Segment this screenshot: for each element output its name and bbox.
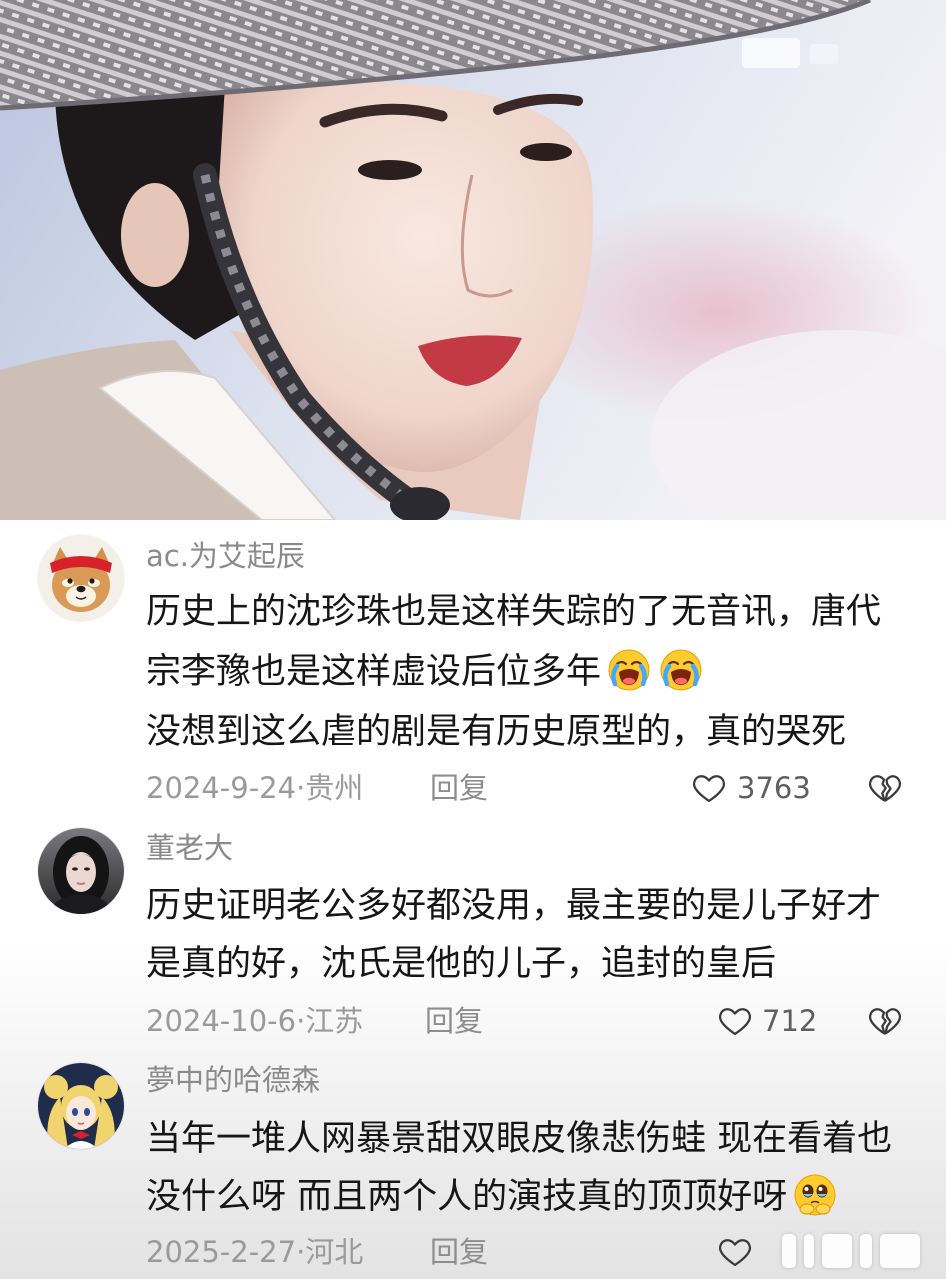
comment-username[interactable]: ac.为艾起辰 xyxy=(146,539,305,573)
comment-date-location: 2024-10-6·江苏 xyxy=(146,1004,364,1038)
comment-text: 历史上的沈珍珠也是这样失踪的了无音讯，唐代 宗李豫也是这样虚设后位多年 没想到这… xyxy=(146,582,936,762)
broken-heart-icon[interactable] xyxy=(866,1003,904,1039)
comment-text-line: 当年一堆人网暴景甜双眼皮像悲伤蛙 现在看着也 xyxy=(146,1119,893,1159)
comment-date-location: 2025-2-27·河北 xyxy=(146,1235,364,1269)
like-count: 3763 xyxy=(737,771,811,805)
anime-girl-avatar[interactable] xyxy=(38,1063,124,1149)
post-page: ac.为艾起辰 历史上的沈珍珠也是这样失踪的了无音讯，唐代 宗李豫也是这样虚设后… xyxy=(0,0,946,1279)
face-holding-back-tears-icon xyxy=(793,1173,837,1217)
like-count: 712 xyxy=(762,1004,818,1038)
comment-list: ac.为艾起辰 历史上的沈珍珠也是这样失踪的了无音讯，唐代 宗李豫也是这样虚设后… xyxy=(0,520,946,1279)
comment-text: 当年一堆人网暴景甜双眼皮像悲伤蛙 现在看着也 没什么呀 而且两个人的演技真的顶顶… xyxy=(146,1110,936,1226)
header-photo xyxy=(0,0,946,520)
reply-button[interactable]: 回复 xyxy=(430,1232,488,1272)
heart-outline-icon[interactable] xyxy=(690,770,728,806)
watermark xyxy=(742,1228,946,1276)
comment-text-line: 没什么呀 而且两个人的演技真的顶顶好呀 xyxy=(146,1168,936,1226)
comment-meta-row: 2024-10-6·江苏 回复 712 xyxy=(0,1001,946,1041)
loudly-crying-face-icon xyxy=(607,648,651,692)
comment-username[interactable]: 夢中的哈德森 xyxy=(146,1063,320,1097)
comment-text-segment: 没什么呀 而且两个人的演技真的顶顶好呀 xyxy=(146,1177,788,1217)
comment-text-segment: 宗李豫也是这样虚设后位多年 xyxy=(146,652,602,692)
reply-button[interactable]: 回复 xyxy=(425,1001,483,1041)
comment-text-line: 是真的好，沈氏是他的儿子，追封的皇后 xyxy=(146,944,777,984)
comment-username[interactable]: 董老大 xyxy=(146,831,233,865)
comment-text-line: 历史上的沈珍珠也是这样失踪的了无音讯，唐代 xyxy=(146,592,882,632)
reply-button[interactable]: 回复 xyxy=(430,768,488,808)
heart-outline-icon[interactable] xyxy=(716,1003,754,1039)
comment-meta-row: 2024-9-24·贵州 回复 3763 xyxy=(0,768,946,808)
comment-text-line: 没想到这么虐的剧是有历史原型的，真的哭死 xyxy=(146,712,847,752)
comment-date-location: 2024-9-24·贵州 xyxy=(146,771,364,805)
loudly-crying-face-icon xyxy=(659,648,703,692)
comment-text-line: 宗李豫也是这样虚设后位多年 xyxy=(146,642,936,702)
shiba-dog-avatar[interactable] xyxy=(38,535,124,621)
comment-text: 历史证明老公多好都没用，最主要的是儿子好才 是真的好，沈氏是他的儿子，追封的皇后 xyxy=(146,877,936,993)
comment-text-line: 历史证明老公多好都没用，最主要的是儿子好才 xyxy=(146,886,882,926)
woman-portrait-avatar[interactable] xyxy=(38,828,124,914)
broken-heart-icon[interactable] xyxy=(866,770,904,806)
